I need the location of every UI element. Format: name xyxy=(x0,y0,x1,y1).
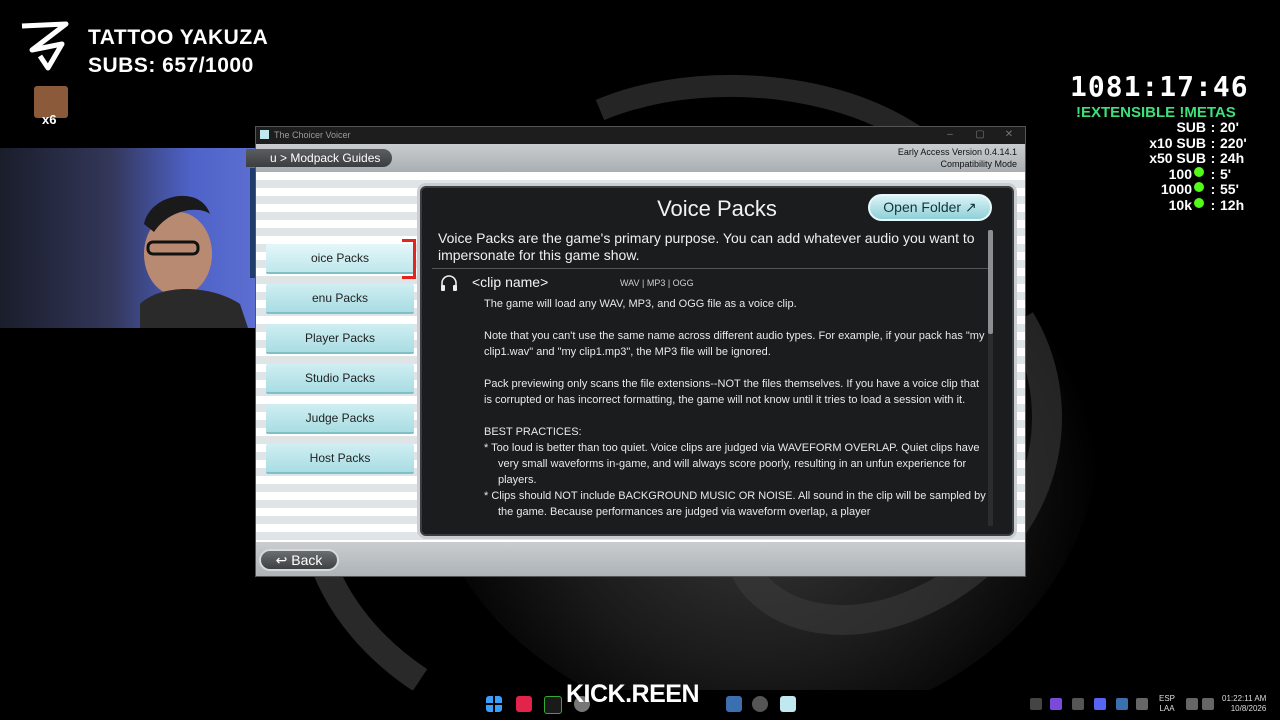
best-practice-item: * Too loud is better than too quiet. Voi… xyxy=(484,442,980,486)
meta-key: 1000 xyxy=(1160,181,1192,197)
divider xyxy=(432,268,988,269)
kick-coin-icon xyxy=(1194,197,1204,208)
discord-icon[interactable] xyxy=(1094,698,1106,710)
meta-value: 55' xyxy=(1220,181,1239,197)
meta-key: 100 xyxy=(1168,165,1192,182)
clip-name-label: <clip name> xyxy=(472,274,549,290)
kick-watermark: KICK.REEN xyxy=(566,680,700,708)
metas-list: SUB:20' x10 SUB:220' x50 SUB:24h 100:5' 1000… xyxy=(1070,119,1260,214)
open-folder-button[interactable]: Open Folder ↗ xyxy=(868,194,992,221)
meta-value: 220' xyxy=(1220,134,1247,151)
best-practices-heading: BEST PRACTICES: xyxy=(484,426,582,438)
best-practice-item: * Clips should NOT include BACKGROUND MU… xyxy=(484,490,986,518)
app-clock-icon[interactable] xyxy=(752,696,768,712)
tray-chevron-icon[interactable] xyxy=(1030,698,1042,710)
sidebar-item-voice-packs[interactable]: oice Packs xyxy=(266,244,414,274)
voice-packs-panel: Voice Packs Open Folder ↗ Voice Packs ar… xyxy=(420,186,1014,536)
sidebar-item-host-packs[interactable]: Host Packs xyxy=(266,444,414,474)
meta-key: SUB xyxy=(1176,119,1206,135)
back-button[interactable]: ↩ Back xyxy=(259,549,339,571)
steam-tray-icon[interactable] xyxy=(1116,698,1128,710)
meta-key: 10k xyxy=(1168,196,1192,213)
meta-row: 10k:12h xyxy=(1070,196,1260,214)
meta-key: x50 SUB xyxy=(1149,150,1206,166)
paragraph: Note that you can't use the same name ac… xyxy=(484,330,985,358)
sidebar-item-menu-packs[interactable]: enu Packs xyxy=(266,284,414,314)
paragraph: The game will load any WAV, MP3, and OGG… xyxy=(484,298,797,310)
clip-extensions: WAV | MP3 | OGG xyxy=(620,278,694,288)
kick-coin-icon xyxy=(1194,166,1204,177)
choicer-voicer-taskbar-icon[interactable] xyxy=(780,696,796,712)
keyboard-layout: LAA xyxy=(1159,704,1175,713)
sidebar-item-judge-packs[interactable]: Judge Packs xyxy=(266,404,414,434)
subs-counter: SUBS: 657/1000 xyxy=(88,54,254,77)
meta-value: 24h xyxy=(1220,150,1245,166)
tray-app-icon[interactable] xyxy=(1072,698,1084,710)
meta-row: x10 SUB:220' xyxy=(1070,134,1260,152)
emote-multiplier: x6 xyxy=(42,112,57,127)
meta-value: 12h xyxy=(1220,196,1245,213)
panel-intro: Voice Packs are the game's primary purpo… xyxy=(438,230,975,263)
meta-separator: : xyxy=(1210,150,1216,166)
clock-date: 10/8/2026 xyxy=(1230,704,1267,713)
meta-separator: : xyxy=(1210,196,1216,213)
clock-time: 01:22:11 AM xyxy=(1222,694,1267,703)
paragraph: Pack previewing only scans the file exte… xyxy=(484,378,980,406)
streamer-name: TATTOO YAKUZA xyxy=(88,26,269,49)
top-bar: u > Modpack Guides Early Access Version … xyxy=(246,144,1025,173)
meta-separator: : xyxy=(1210,119,1216,135)
tray-app-icon[interactable] xyxy=(1050,698,1062,710)
language-indicator[interactable]: ESP LAA xyxy=(1159,694,1175,714)
windows-start-icon[interactable] xyxy=(486,696,502,712)
sidebar-item-player-packs[interactable]: Player Packs xyxy=(266,324,414,354)
minimize-button[interactable]: – xyxy=(944,129,956,140)
app-icon xyxy=(260,130,269,139)
meta-value: 20' xyxy=(1220,119,1239,135)
meta-separator: : xyxy=(1210,134,1216,151)
window-title: The Choicer Voicer xyxy=(274,130,351,140)
meta-separator: : xyxy=(1210,181,1216,197)
window-titlebar[interactable]: The Choicer Voicer – ▢ ✕ xyxy=(256,127,1025,144)
meta-separator: : xyxy=(1210,165,1216,182)
selection-bracket xyxy=(402,239,416,279)
meta-value: 5' xyxy=(1220,165,1232,182)
compatibility-mode-text: Compatibility Mode xyxy=(940,159,1017,169)
version-info: Early Access Version 0.4.14.1 Compatibil… xyxy=(898,146,1017,170)
close-button[interactable]: ✕ xyxy=(1003,129,1015,140)
volume-icon[interactable] xyxy=(1202,698,1214,710)
microphone-icon[interactable] xyxy=(1136,698,1148,710)
streamer-logo-icon xyxy=(21,21,69,71)
headphones-icon xyxy=(441,275,457,291)
version-text: Early Access Version 0.4.14.1 xyxy=(897,147,1017,157)
network-icon[interactable] xyxy=(1186,698,1198,710)
steam-icon[interactable] xyxy=(726,696,742,712)
language-code: ESP xyxy=(1159,694,1176,703)
maximize-button[interactable]: ▢ xyxy=(974,129,986,140)
meta-row: SUB:20' xyxy=(1070,119,1260,136)
subathon-timer: 1081:17:46 xyxy=(1070,70,1249,103)
meta-row: x50 SUB:24h xyxy=(1070,150,1260,167)
kick-coin-icon xyxy=(1194,182,1204,192)
app-window: The Choicer Voicer – ▢ ✕ u > Modpack Gui… xyxy=(246,127,1025,576)
clip-description[interactable]: The game will load any WAV, MP3, and OGG… xyxy=(484,296,989,528)
system-clock[interactable]: 01:22:11 AM 10/8/2026 xyxy=(1222,694,1266,714)
app-a-icon[interactable] xyxy=(516,696,532,712)
bottom-bar: ↩ Back xyxy=(256,542,1025,576)
meta-row: 100:5' xyxy=(1070,165,1260,183)
streamer-silhouette xyxy=(140,195,248,328)
app-terminal-icon[interactable] xyxy=(544,696,562,714)
meta-row: 1000:55' xyxy=(1070,181,1260,198)
meta-key: x10 SUB xyxy=(1149,134,1206,151)
breadcrumb: u > Modpack Guides xyxy=(246,149,393,167)
sidebar-item-studio-packs[interactable]: Studio Packs xyxy=(266,364,414,394)
